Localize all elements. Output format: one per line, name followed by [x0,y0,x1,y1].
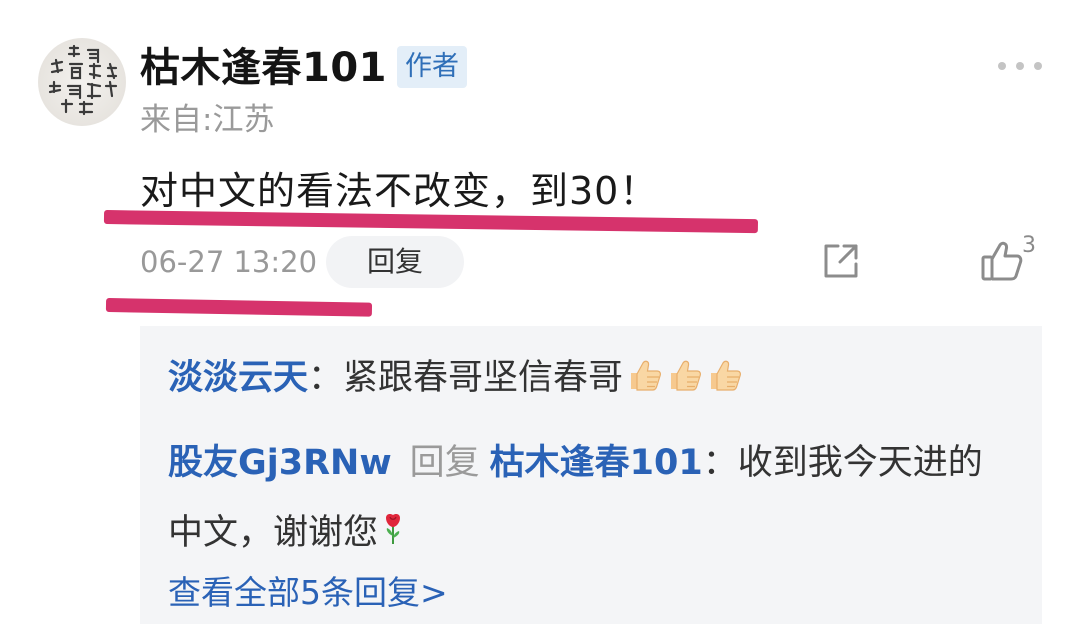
thumbs-up-emoji-icon [711,360,742,391]
reply-item[interactable]: 淡淡云天：紧跟春哥坚信春哥 [168,354,743,406]
reply-author[interactable]: 淡淡云天 [168,358,308,398]
reply-to-user[interactable]: 枯木逢春101 [490,443,703,483]
username[interactable]: 枯木逢春101 [140,44,387,92]
reply-text: 紧跟春哥坚信春哥 [343,358,624,398]
author-badge: 作者 [397,46,467,88]
reply-author[interactable]: 股友Gj3RNw [168,443,392,483]
reply-word: 回复 [409,443,480,483]
thumbs-up-icon[interactable] [980,240,1024,282]
thumbs-up-emoji-icon [671,360,702,391]
reply-separator: ： [702,443,738,483]
share-icon[interactable] [820,240,862,282]
highlight-underline-timestamp [105,298,373,317]
reply-separator: ： [308,358,344,398]
calligraphy-avatar-icon [48,44,118,116]
comment-card: 枯木逢春101 作者 来自:江苏 对中文的看法不改变，到30！ 06-27 13… [0,0,1080,624]
thumbs-up-emoji-group [623,358,743,406]
timestamp: 06-27 13:20 [140,245,318,279]
comment-text: 对中文的看法不改变，到30！ [140,169,659,213]
thumbs-up-emoji-icon [631,360,662,391]
rose-emoji-icon [386,514,401,544]
reply-item[interactable]: 股友Gj3RNw 回复 枯木逢春101：收到我今天进的中文，谢谢您 [168,428,1008,568]
avatar[interactable] [38,38,126,126]
location-text: 来自:江苏 [140,102,275,138]
more-dots-icon[interactable] [998,56,1042,76]
view-all-replies-link[interactable]: 查看全部5条回复> [168,570,448,616]
like-count: 3 [1022,233,1036,258]
reply-button[interactable]: 回复 [326,236,464,288]
